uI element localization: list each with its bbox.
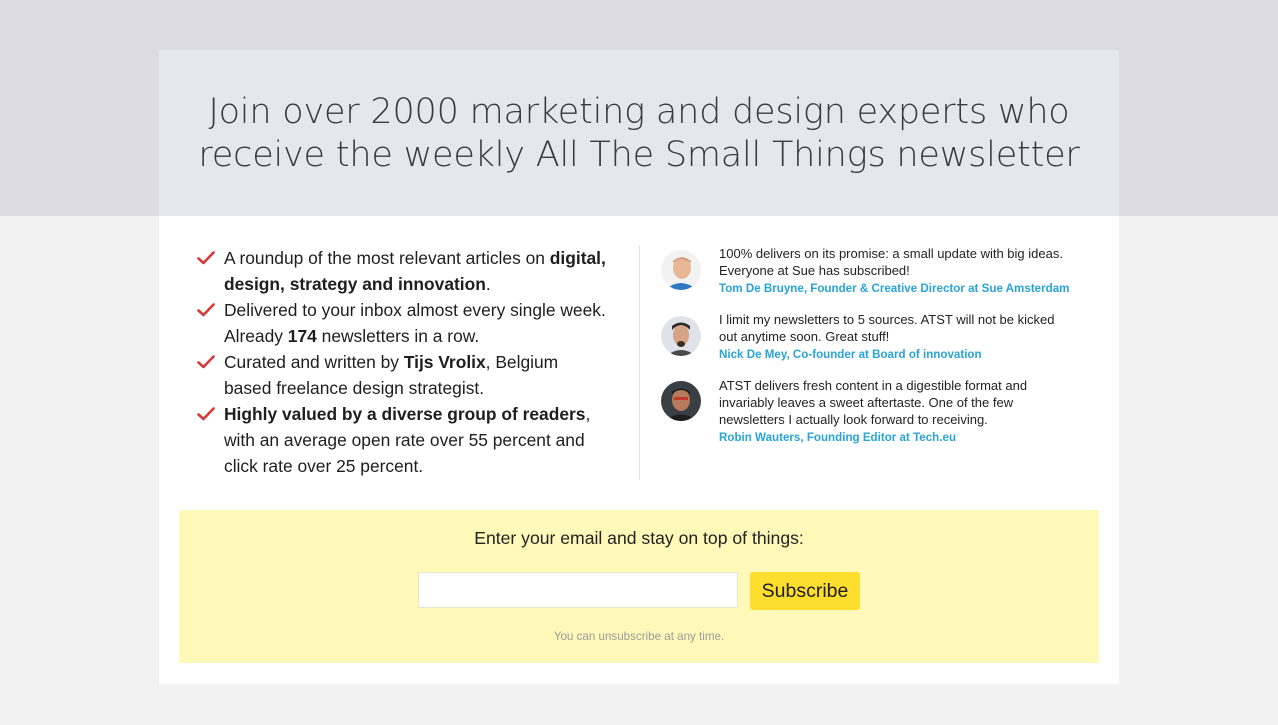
- check-icon: [197, 407, 215, 421]
- benefit-text: Delivered to your inbox almost every sin…: [224, 300, 606, 346]
- benefits-list: A roundup of the most relevant articles …: [197, 245, 607, 479]
- check-icon: [197, 251, 215, 265]
- page-title: Join over 2000 marketing and design expe…: [159, 91, 1119, 177]
- email-field[interactable]: [418, 572, 738, 608]
- testimonial-author: Nick De Mey, Co-founder at Board of inno…: [719, 348, 982, 361]
- testimonial-author: Tom De Bruyne, Founder & Creative Direct…: [719, 282, 1070, 295]
- benefit-text: Curated and written by Tijs Vrolix, Belg…: [224, 352, 559, 398]
- check-icon: [197, 355, 215, 369]
- avatar: [661, 316, 701, 356]
- list-item: Highly valued by a diverse group of read…: [197, 401, 607, 479]
- list-item: Curated and written by Tijs Vrolix, Belg…: [197, 349, 607, 401]
- list-item: Delivered to your inbox almost every sin…: [197, 297, 607, 349]
- check-icon: [197, 303, 215, 317]
- column-divider: [639, 245, 640, 480]
- subscribe-button[interactable]: Subscribe: [750, 572, 860, 610]
- headline-line-2: receive the weekly All The Small Things …: [198, 135, 1080, 175]
- testimonial-quote: ATST delivers fresh content in a digesti…: [719, 378, 1028, 427]
- testimonial-quote: I limit my newsletters to 5 sources. ATS…: [719, 312, 1055, 344]
- signup-box: Enter your email and stay on top of thin…: [179, 510, 1099, 663]
- benefit-text: A roundup of the most relevant articles …: [224, 248, 606, 294]
- avatar: [661, 381, 701, 421]
- benefit-text: Highly valued by a diverse group of read…: [224, 404, 591, 476]
- list-item: A roundup of the most relevant articles …: [197, 245, 607, 297]
- testimonial-author: Robin Wauters, Founding Editor at Tech.e…: [719, 431, 957, 444]
- unsubscribe-note: You can unsubscribe at any time.: [553, 630, 725, 643]
- hero-banner: Join over 2000 marketing and design expe…: [159, 50, 1119, 216]
- testimonial-quote: 100% delivers on its promise: a small up…: [719, 246, 1063, 278]
- signup-prompt: Enter your email and stay on top of thin…: [474, 528, 804, 548]
- newsletter-card: Join over 2000 marketing and design expe…: [159, 50, 1119, 684]
- headline-line-1: Join over 2000 marketing and design expe…: [208, 92, 1070, 132]
- avatar: [661, 250, 701, 290]
